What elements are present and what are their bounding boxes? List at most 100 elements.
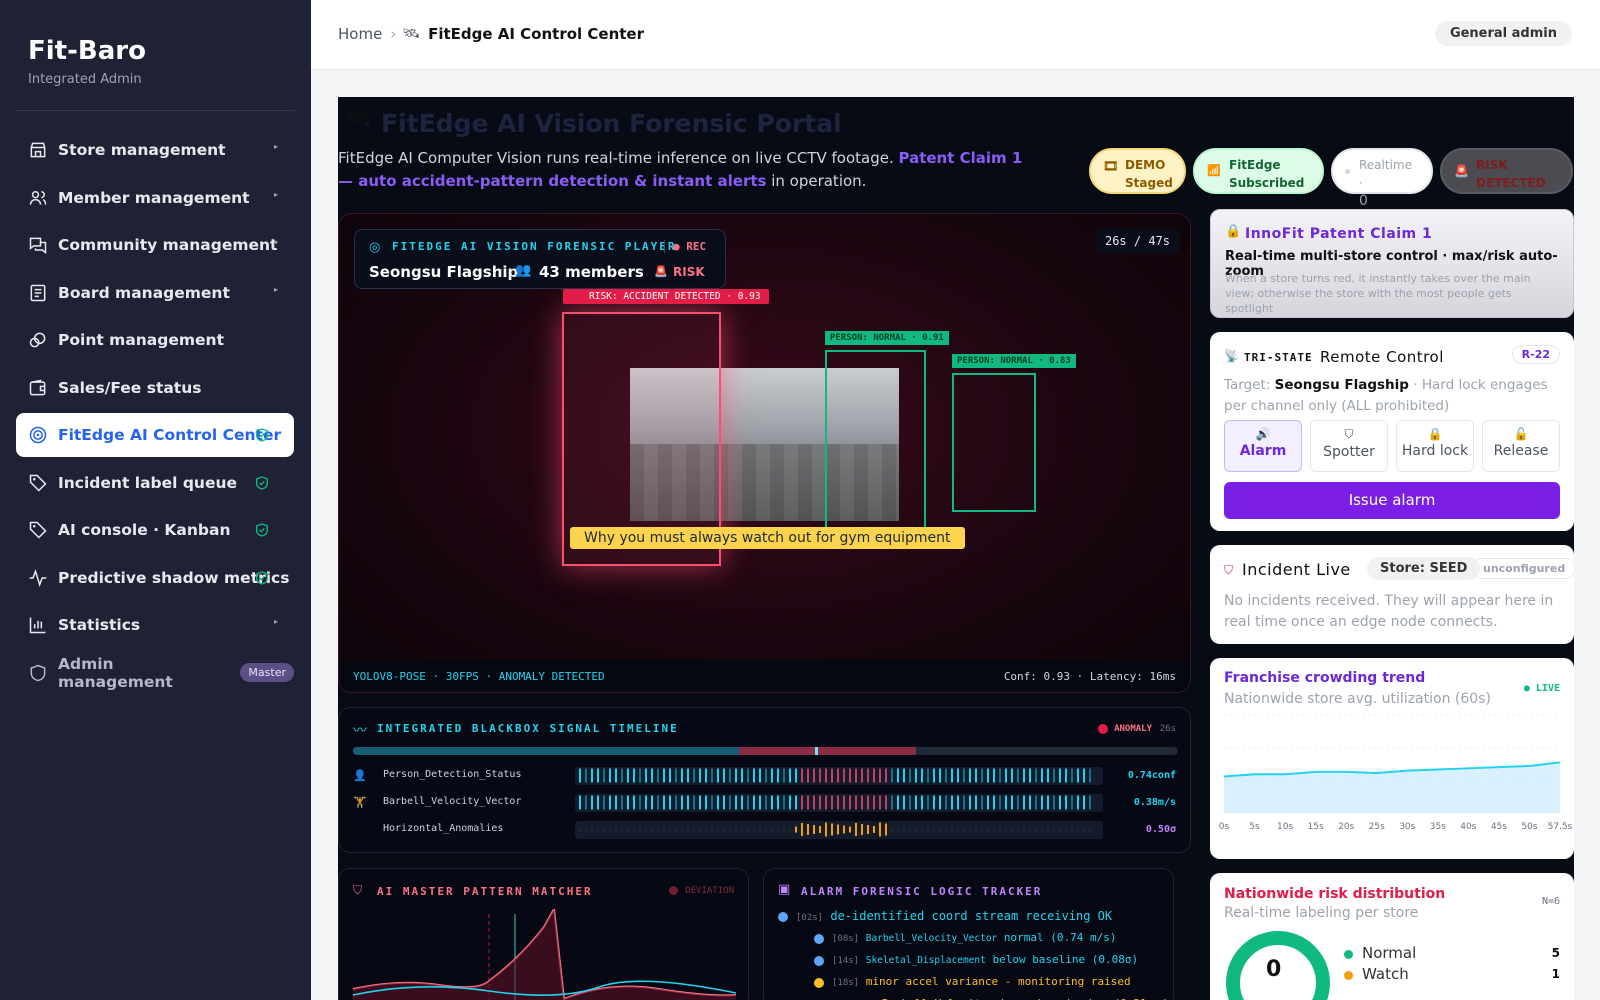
area-fill [1224, 762, 1560, 813]
siren-icon: 🚨 [654, 265, 668, 278]
log-text: minor accel variance - monitoring raised [865, 975, 1131, 988]
brand-logo: Fit-Baro [28, 36, 146, 66]
log-key: Barbell_Velocity_Vector [865, 933, 998, 944]
remote-alarm-button[interactable]: 🔊 Alarm [1224, 420, 1302, 472]
person-box-2-label: PERSON: NORMAL · 0.83 [952, 354, 1076, 368]
signal-bars [575, 821, 1103, 839]
breadcrumb-home[interactable]: Home [338, 25, 382, 43]
sidebar-item-ai-console-kanban[interactable]: AI console · Kanban [16, 508, 294, 552]
sidebar-item-label: Admin management [58, 654, 173, 691]
shield-alert-icon: ⛉ [353, 883, 363, 897]
sidebar-item-sales-fee-status[interactable]: Sales/Fee status [16, 366, 294, 410]
signal-value: 0.38m/s [1133, 797, 1176, 808]
log-dot [814, 978, 824, 988]
log-text: de-identified coord stream receiving OK [830, 909, 1113, 923]
role-badge[interactable]: General admin [1434, 21, 1572, 46]
desc-text-end: in operation. [766, 172, 867, 190]
sidebar-item-incident-label-queue[interactable]: Incident label queue [16, 461, 294, 505]
board-icon [30, 284, 46, 301]
sidebar-item-member-management[interactable]: Member management ▸ [16, 176, 294, 220]
remote-release-button[interactable]: 🔓 Release [1482, 420, 1560, 472]
remote-hard-lock-button[interactable]: 🔒 Hard lock [1396, 420, 1474, 472]
member-count: 43 members [539, 263, 644, 281]
risk-subtitle: Real-time labeling per store [1224, 905, 1419, 921]
status-dot [1345, 169, 1350, 174]
film-icon: 🎞 [1103, 159, 1119, 173]
remote-title: Remote Control [1320, 348, 1444, 366]
sidebar-item-store-management[interactable]: Store management ▸ [16, 128, 294, 172]
timeline-scrubber[interactable] [353, 747, 1178, 755]
sidebar-item-admin-management[interactable]: Admin management Master [16, 651, 294, 695]
player-footer: YOLOV8-POSE · 30FPS · ANOMALY DETECTED C… [339, 660, 1190, 692]
sidebar-item-community-management[interactable]: Community management ▸ [16, 223, 294, 267]
target-store: Seongsu Flagship [1274, 377, 1409, 393]
sidebar-item-label: Incident label queue [58, 473, 238, 492]
log-time: [02s] [796, 913, 824, 923]
scrubber-window [739, 747, 916, 755]
deviation-tag: DEVIATION [685, 886, 734, 896]
remote-code: R-22 [1511, 345, 1560, 364]
button-icon: ⛉ [1344, 427, 1354, 441]
sidebar-item-predictive-shadow-metrics[interactable]: Predictive shadow metrics [16, 556, 294, 600]
portal-description: FitEdge AI Computer Vision runs real-tim… [338, 147, 1038, 193]
status-badge: unconfigured [1472, 558, 1574, 579]
x-tick-label: 40s [1460, 822, 1476, 832]
sidebar-item-label: Point management [58, 331, 224, 349]
patent-body: When a store turns red, it instantly tak… [1225, 272, 1531, 315]
breadcrumb-separator: › [390, 25, 397, 43]
separator-dot: · [499, 263, 504, 279]
subscribed-pill[interactable]: 📶 FitEdge Subscribed [1193, 148, 1324, 194]
breadcrumb: Home › 🛰 FitEdge AI Control Center [338, 25, 644, 43]
button-label: Alarm [1239, 443, 1287, 459]
remote-control-card: 📡 TRI-STATE Remote Control R-22 Target: … [1210, 332, 1574, 531]
log-line: [18s] minor accel variance - monitoring … [832, 975, 1131, 988]
shield-check-icon [256, 428, 268, 442]
cpu-icon: ▣ [778, 882, 791, 897]
sidebar-item-statistics[interactable]: Statistics ▸ [16, 603, 294, 647]
x-tick-label: 57.5s [1548, 822, 1573, 832]
person-box-1-label: PERSON: NORMAL · 0.91 [825, 331, 949, 345]
chevron-right-icon: ▸ [273, 237, 278, 246]
signal-name: Barbell_Velocity_Vector [383, 796, 522, 807]
log-time: [14s] [832, 956, 860, 966]
demo-pill[interactable]: 🎞 DEMO Staged [1089, 148, 1186, 194]
sidebar-item-point-management[interactable]: Point management [16, 318, 294, 362]
risk-pill[interactable]: 🚨 RISK DETECTED [1440, 148, 1573, 194]
sidebar-item-fitedge-ai-control-center[interactable]: FitEdge AI Control Center [16, 413, 294, 457]
satellite-icon: 🛰 [344, 107, 372, 132]
sidebar-item-board-management[interactable]: Board management ▸ [16, 271, 294, 315]
issue-alarm-button[interactable]: Issue alarm [1224, 482, 1560, 519]
log-dot [814, 956, 824, 966]
risk-status: RISK [673, 265, 705, 279]
desc-text: FitEdge AI Computer Vision runs real-tim… [338, 149, 899, 167]
risk-n: N=6 [1541, 896, 1560, 907]
x-tick-label: 35s [1430, 822, 1446, 832]
log-dot [814, 934, 824, 944]
sidebar-item-label: Statistics [58, 616, 141, 634]
subscribed-label: FitEdge Subscribed [1229, 158, 1305, 190]
log-time: [08s] [832, 934, 860, 944]
signal-icon: ⚠ [353, 823, 363, 836]
log-text: normal (0.74 m/s) [1003, 931, 1117, 944]
video-caption: Why you must always watch out for gym eq… [570, 527, 965, 549]
video-player[interactable]: ◎ FITEDGE AI VISION FORENSIC PLAYER ● RE… [338, 213, 1191, 693]
log-line: [02s] de-identified coord stream receivi… [796, 909, 1112, 923]
shield-check-icon [256, 475, 268, 490]
rec-indicator: ● REC [664, 240, 706, 253]
remote-target: Target: Seongsu Flagship · Hard lock eng… [1224, 375, 1564, 417]
chevron-right-icon: ▸ [273, 617, 278, 626]
deviation-dot [669, 886, 678, 895]
remote-spotter-button[interactable]: ⛉ Spotter [1310, 420, 1388, 472]
button-label: Release [1493, 443, 1549, 459]
users-icon [29, 190, 47, 205]
scrubber-head[interactable] [815, 747, 818, 755]
realtime-pill[interactable]: Realtime · 0 [1331, 148, 1433, 209]
tag-icon [29, 474, 47, 492]
store-badge[interactable]: Store: SEED [1367, 557, 1481, 580]
signal-value: 0.50σ [1145, 824, 1176, 835]
patent-card: 🔒 InnoFit Patent Claim 1 Real-time multi… [1210, 209, 1574, 318]
lock-icon: 🔒 [1225, 224, 1242, 239]
satellite-icon: 🛰 [402, 26, 421, 42]
tag-icon [29, 521, 47, 539]
anomaly-tag: ANOMALY [1114, 724, 1152, 734]
